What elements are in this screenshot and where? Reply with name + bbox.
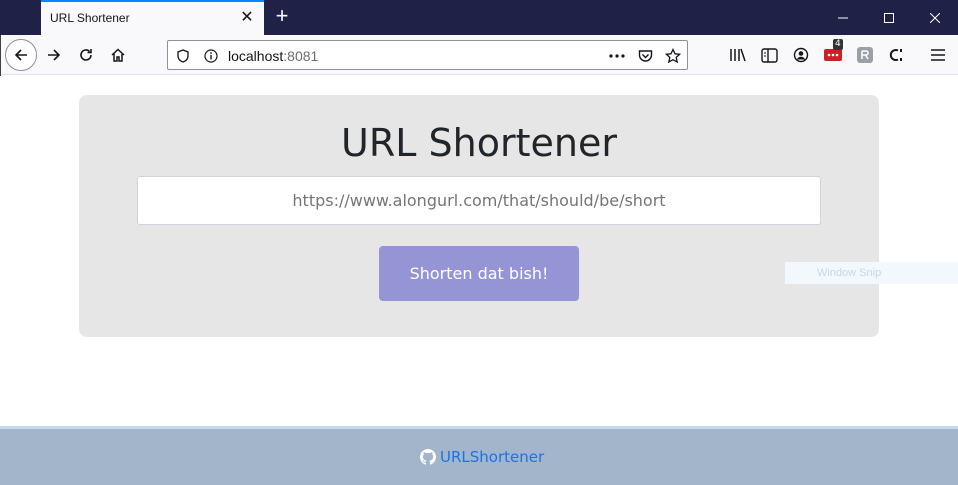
extension-r-icon[interactable] [854, 44, 876, 66]
url-text[interactable]: localhost:8081 [228, 48, 318, 64]
sidebar-icon[interactable] [758, 44, 780, 66]
url-port: :8081 [283, 48, 319, 64]
page-content: URL Shortener Shorten dat bish! Window S… [0, 76, 958, 485]
library-icon[interactable] [727, 44, 749, 66]
shorten-button[interactable]: Shorten dat bish! [379, 246, 579, 301]
minimize-button[interactable] [820, 0, 866, 35]
new-tab-button[interactable]: + [270, 5, 294, 29]
page-title: URL Shortener [341, 121, 617, 165]
close-icon [930, 12, 940, 23]
home-button[interactable] [102, 39, 134, 71]
address-bar[interactable]: localhost:8081 [167, 40, 688, 70]
url-host: localhost [228, 48, 284, 64]
reload-button[interactable] [70, 39, 102, 71]
password-manager-extension-icon[interactable]: 4 [822, 39, 844, 66]
footer: URLShortener [0, 426, 958, 485]
browser-navbar: localhost:8081 4 [0, 35, 958, 75]
more-actions-icon[interactable] [608, 47, 626, 65]
maximize-icon [884, 12, 894, 23]
footer-link-text: URLShortener [440, 448, 545, 466]
close-window-button[interactable] [912, 0, 958, 35]
arrow-right-icon [48, 49, 61, 61]
minimize-icon [838, 17, 848, 18]
window-snip-overlay: Window Snip [785, 262, 958, 284]
tab-title: URL Shortener [50, 11, 130, 25]
extension-badge: 4 [833, 39, 843, 50]
info-icon[interactable] [202, 47, 220, 65]
shield-icon[interactable] [174, 47, 192, 65]
browser-titlebar: URL Shortener ✕ + [0, 0, 958, 35]
maximize-button[interactable] [866, 0, 912, 35]
home-icon [111, 48, 125, 62]
star-icon[interactable] [664, 47, 682, 65]
shortener-card: URL Shortener Shorten dat bish! [79, 95, 879, 337]
pocket-icon[interactable] [636, 47, 654, 65]
url-input[interactable] [137, 176, 821, 225]
tab-close-icon[interactable]: ✕ [238, 8, 256, 28]
back-button[interactable] [5, 39, 37, 71]
menu-icon[interactable] [927, 44, 949, 66]
account-icon[interactable] [790, 44, 812, 66]
reload-icon [80, 49, 92, 61]
footer-link[interactable]: URLShortener [420, 448, 544, 466]
arrow-left-icon [14, 49, 27, 61]
github-icon [420, 449, 436, 465]
extension-c-icon[interactable] [886, 44, 908, 66]
browser-tab[interactable]: URL Shortener ✕ [41, 0, 264, 35]
forward-button[interactable] [38, 39, 70, 71]
